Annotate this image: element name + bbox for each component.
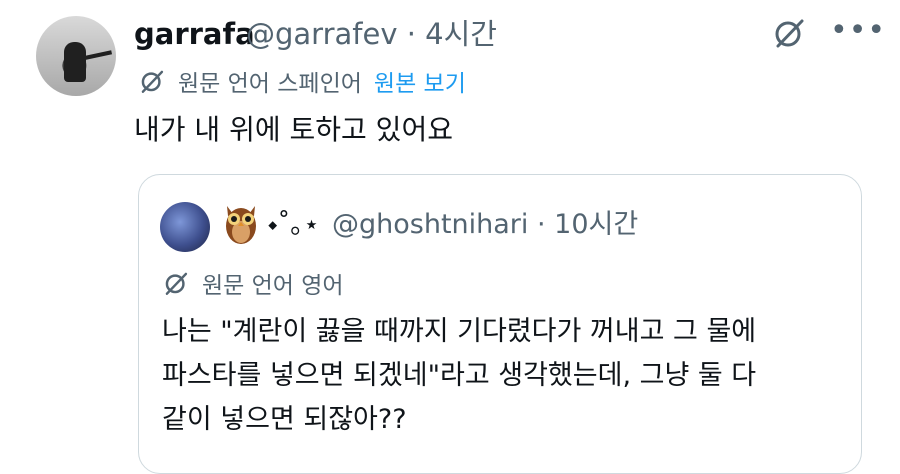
quoted-handle-and-time[interactable]: @ghoshtnihari · 10시간 bbox=[332, 208, 638, 242]
translate-icon bbox=[162, 269, 190, 297]
quoted-avatar[interactable] bbox=[160, 202, 210, 252]
quoted-translation-label: 원문 언어 영어 bbox=[202, 273, 344, 299]
owl-emoji-icon bbox=[224, 202, 258, 246]
translation-label: 원문 언어 스페인어 bbox=[178, 71, 362, 97]
grok-icon[interactable] bbox=[772, 16, 806, 50]
translation-row: 원문 언어 스페인어 원본 보기 bbox=[138, 64, 466, 98]
translate-icon bbox=[138, 67, 166, 95]
avatar[interactable] bbox=[36, 16, 116, 96]
view-original-link[interactable]: 원본 보기 bbox=[374, 64, 466, 98]
quoted-tweet-text: 나는 "계란이 끓을 때까지 기다렸다가 꺼내고 그 물에 파스타를 넣으면 되… bbox=[162, 310, 852, 442]
handle-and-time[interactable]: @garrafev · 4시간 bbox=[246, 16, 497, 52]
more-icon[interactable]: ••• bbox=[830, 16, 886, 46]
quoted-display-name[interactable]: ⬩˚｡⋆ bbox=[268, 208, 320, 242]
tweet-text: 내가 내 위에 토하고 있어요 bbox=[134, 113, 453, 146]
quoted-text-line: 같이 넣으면 되잖아?? bbox=[162, 404, 407, 435]
quoted-text-line: 파스타를 넣으면 되겠네"라고 생각했는데, 그냥 둘 다 bbox=[162, 360, 757, 391]
avatar-figure bbox=[64, 42, 86, 82]
quoted-translation-row: 원문 언어 영어 bbox=[162, 266, 344, 300]
quoted-text-line: 나는 "계란이 끓을 때까지 기다렸다가 꺼내고 그 물에 bbox=[162, 316, 757, 347]
display-name[interactable]: garrafa bbox=[134, 16, 255, 52]
